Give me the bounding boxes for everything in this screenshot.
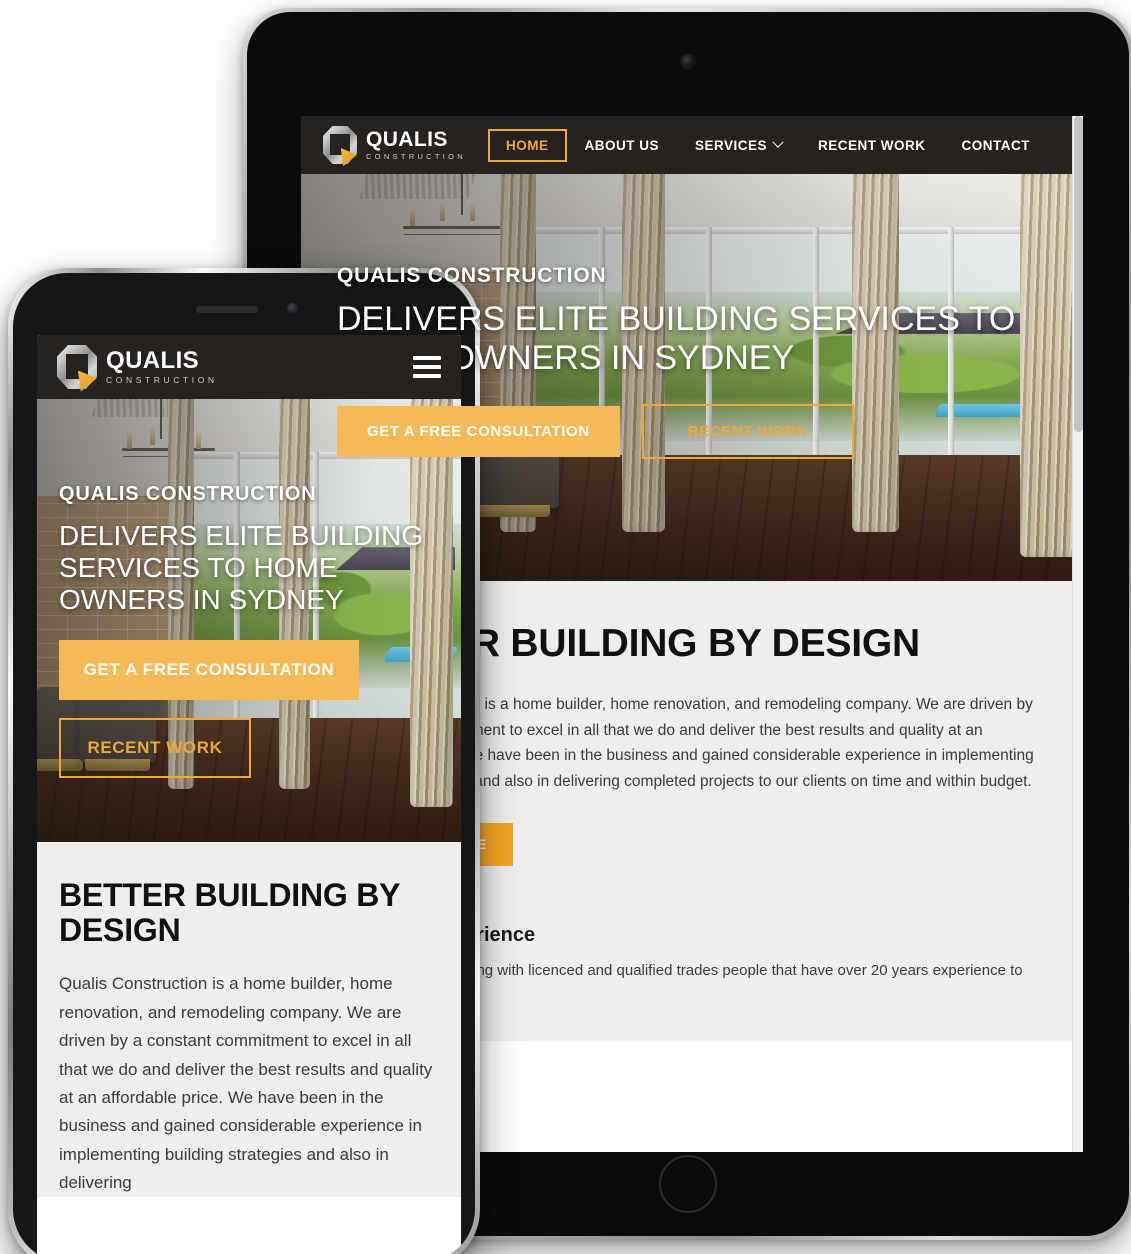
tablet-hero-kicker: QUALIS CONSTRUCTION <box>337 264 607 287</box>
phone-hero-title: DELIVERS ELITE BUILDING SERVICES TO HOME… <box>59 520 424 615</box>
phone-screen: QUALIS CONSTRUCTION QUALIS CONSTRUCTION … <box>37 335 461 1254</box>
tablet-scrollbar-thumb[interactable] <box>1074 116 1083 432</box>
tablet-page-scrollbar[interactable] <box>1072 116 1083 1152</box>
mockup-stage: QUALIS CONSTRUCTION HOME ABOUT US SERVIC… <box>0 0 1131 1254</box>
phone-earpiece-speaker <box>196 306 258 313</box>
phone-hero-buttons: GET A FREE CONSULTATION RECENT WORK <box>59 639 443 778</box>
logo-brand-name: QUALIS <box>106 347 200 375</box>
nav-item-contact-label: CONTACT <box>961 137 1031 153</box>
nav-item-about-us[interactable]: ABOUT US <box>567 129 678 162</box>
tablet-home-button[interactable] <box>659 1155 717 1213</box>
phone-hero-banner: QUALIS CONSTRUCTION DELIVERS ELITE BUILD… <box>37 399 461 842</box>
phone-hero-kicker: QUALIS CONSTRUCTION <box>59 483 317 505</box>
nav-item-services-label: SERVICES <box>695 137 768 153</box>
qualis-octagon-logo-icon <box>323 126 357 167</box>
tablet-get-free-consultation-button[interactable]: GET A FREE CONSULTATION <box>337 405 620 457</box>
tablet-front-camera-icon <box>681 55 695 68</box>
phone-front-camera-icon <box>287 303 299 315</box>
nav-item-home-label: HOME <box>506 137 549 153</box>
nav-item-contact[interactable]: CONTACT <box>944 129 1049 162</box>
phone-hero-content: QUALIS CONSTRUCTION DELIVERS ELITE BUILD… <box>59 483 443 778</box>
phone-recent-work-button[interactable]: RECENT WORK <box>59 717 251 778</box>
logo-brand-name: QUALIS <box>366 128 448 152</box>
nav-item-recent-work-label: RECENT WORK <box>818 137 926 153</box>
nav-item-recent-work[interactable]: RECENT WORK <box>800 129 944 162</box>
phone-about-section: BETTER BUILDING BY DESIGN Qualis Constru… <box>37 842 461 1198</box>
logo-brand-subtitle: CONSTRUCTION <box>366 152 467 162</box>
site-logo[interactable]: QUALIS CONSTRUCTION <box>323 126 467 167</box>
tablet-nav-links: HOME ABOUT US SERVICES RECENT WORK CONTA… <box>488 128 1049 162</box>
tablet-recent-work-button[interactable]: RECENT WORK <box>641 403 854 459</box>
nav-item-services[interactable]: SERVICES <box>677 129 800 162</box>
nav-item-about-us-label: ABOUT US <box>584 137 660 153</box>
logo-brand-subtitle: CONSTRUCTION <box>106 375 218 386</box>
phone-get-free-consultation-button[interactable]: GET A FREE CONSULTATION <box>59 639 359 700</box>
phone-section-body: Qualis Construction is a home builder, h… <box>59 974 433 1192</box>
phone-site-logo[interactable]: QUALIS CONSTRUCTION <box>57 345 218 392</box>
hamburger-menu-icon[interactable] <box>413 356 441 378</box>
chevron-down-icon <box>772 136 784 148</box>
phone-section-title: BETTER BUILDING BY DESIGN <box>59 877 400 949</box>
tablet-hero-buttons: GET A FREE CONSULTATION RECENT WORK <box>337 403 1043 459</box>
nav-item-home[interactable]: HOME <box>488 128 567 162</box>
qualis-octagon-logo-icon <box>57 345 97 392</box>
tablet-navbar: QUALIS CONSTRUCTION HOME ABOUT US SERVIC… <box>301 116 1083 174</box>
phone-navbar: QUALIS CONSTRUCTION <box>37 335 461 399</box>
